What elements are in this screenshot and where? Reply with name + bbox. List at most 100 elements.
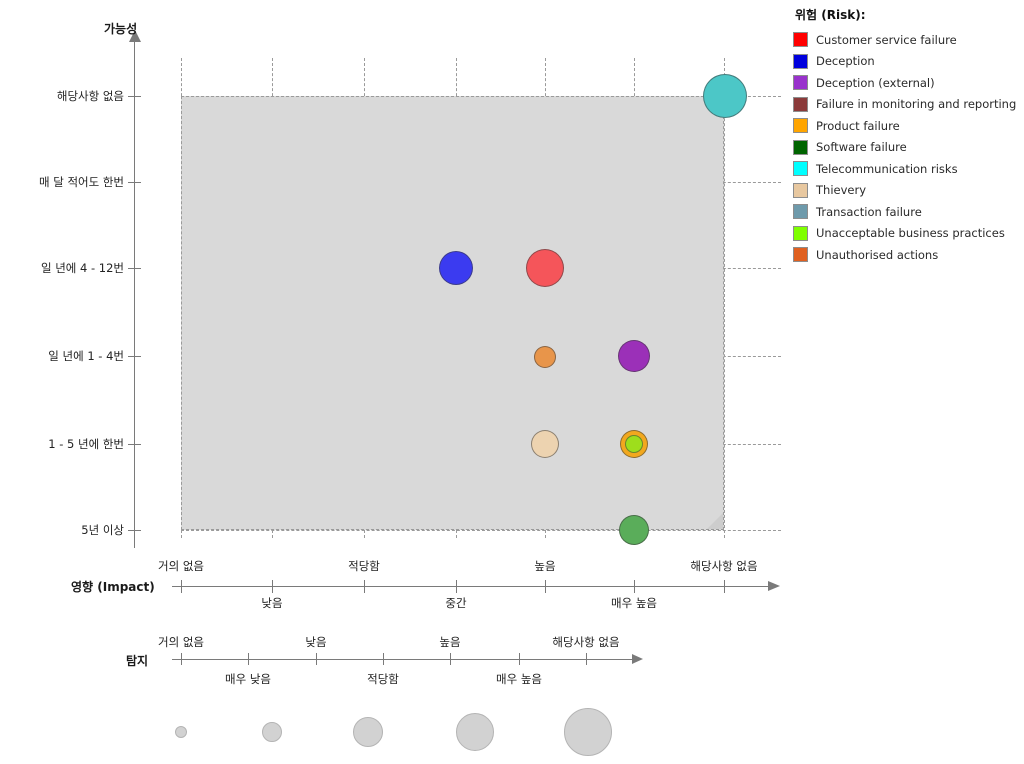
- x-axis-tick-label: 중간: [445, 596, 467, 610]
- detection-axis-tick-label: 높음: [439, 635, 461, 649]
- x-axis-tick: [272, 580, 273, 593]
- detection-axis-tick-label: 낮음: [305, 635, 327, 649]
- risk-legend-label: Telecommunication risks: [816, 161, 958, 176]
- risk-legend-item[interactable]: Software failure: [793, 138, 1024, 157]
- risk-legend-item[interactable]: Unauthorised actions: [793, 245, 1024, 264]
- bubble-unacceptable-business-practices[interactable]: [625, 435, 643, 453]
- x-axis-tick: [456, 580, 457, 593]
- risk-legend-swatch: [793, 32, 808, 47]
- risk-legend-label: Transaction failure: [816, 204, 922, 219]
- y-axis-tick: [128, 530, 141, 531]
- gridline-vertical: [724, 58, 725, 538]
- detection-axis-tick-label: 매우 높음: [496, 672, 542, 686]
- risk-legend-item[interactable]: Failure in monitoring and reporting: [793, 95, 1024, 114]
- detection-axis-title: 탐지: [126, 654, 149, 668]
- detection-axis-arrow-icon: [632, 654, 643, 664]
- x-axis-line: [172, 586, 772, 587]
- bubble-unauthorised-actions[interactable]: [534, 346, 556, 368]
- risk-legend-item[interactable]: Telecommunication risks: [793, 159, 1024, 178]
- y-axis-tick: [128, 444, 141, 445]
- x-axis-tick-label: 적당함: [348, 559, 380, 573]
- y-axis-tick: [128, 96, 141, 97]
- y-axis-line: [134, 40, 135, 548]
- x-axis-tick-label: 매우 높음: [611, 596, 657, 610]
- risk-legend-label: Unacceptable business practices: [816, 226, 1005, 240]
- x-axis-title: 영향 (Impact): [71, 580, 155, 594]
- detection-axis-tick-label: 적당함: [367, 672, 399, 686]
- risk-legend-label: Software failure: [816, 140, 907, 154]
- y-axis-tick: [128, 356, 141, 357]
- risk-legend-swatch: [793, 182, 808, 198]
- x-axis-tick: [724, 580, 725, 593]
- detection-axis-tick: [450, 653, 451, 665]
- x-axis-tick-label: 거의 없음: [158, 559, 204, 573]
- risk-bubble-chart: 가능성 해당사항 없음 매 달 적어도 한번 일 년에 4 - 12번 일 년에 1 …: [0, 0, 1024, 764]
- risk-legend-label: Unauthorised actions: [816, 247, 939, 262]
- y-axis-tick-label: 해당사항 없음: [56, 89, 124, 103]
- risk-legend-swatch: [793, 161, 808, 176]
- size-legend-bubble: [262, 722, 282, 742]
- risk-legend-label: Customer service failure: [816, 32, 957, 47]
- risk-legend-items: Customer service failure Deception Decepti…: [793, 30, 1024, 264]
- risk-legend-label: Thievery: [816, 183, 866, 197]
- risk-legend-swatch: [793, 96, 808, 112]
- risk-legend-item[interactable]: Product failure: [793, 116, 1024, 135]
- x-axis-tick: [545, 580, 546, 593]
- detection-axis-tick: [316, 653, 317, 665]
- x-axis-tick: [634, 580, 635, 593]
- detection-axis-tick-label: 매우 낮음: [225, 672, 271, 686]
- risk-legend-swatch: [793, 139, 808, 155]
- bubble-customer-service-failure[interactable]: [526, 249, 564, 287]
- y-axis-tick: [128, 268, 141, 269]
- risk-legend-swatch: [793, 225, 808, 241]
- plot-area: [181, 96, 724, 530]
- detection-axis-tick: [383, 653, 384, 665]
- risk-legend-swatch: [793, 118, 808, 133]
- x-axis-tick-label: 해당사항 없음: [690, 559, 758, 573]
- risk-legend-title: 위험 (Risk):: [795, 8, 866, 22]
- x-axis-arrow-icon: [768, 581, 780, 591]
- size-legend-bubble: [353, 717, 383, 747]
- risk-legend-label: Failure in monitoring and reporting: [816, 97, 1017, 111]
- size-legend-bubble: [175, 726, 187, 738]
- risk-legend-item[interactable]: Transaction failure: [793, 202, 1024, 221]
- detection-axis-tick: [519, 653, 520, 665]
- bubble-deception-external[interactable]: [618, 340, 650, 372]
- bubble-software-failure[interactable]: [619, 515, 649, 545]
- size-legend-bubble: [564, 708, 612, 756]
- y-axis-tick-label: 5년 이상: [81, 523, 124, 537]
- risk-legend: 위험 (Risk): Customer service failure Decep…: [793, 6, 1024, 267]
- gridline-horizontal: [181, 530, 781, 531]
- risk-legend-label: Deception (external): [816, 75, 935, 90]
- bubble-deception[interactable]: [439, 251, 473, 285]
- x-axis-tick: [181, 580, 182, 593]
- y-axis-tick-label: 일 년에 4 - 12번: [40, 261, 124, 275]
- detection-axis-tick-label: 거의 없음: [158, 635, 204, 649]
- detection-axis-tick-label: 해당사항 없음: [552, 635, 620, 649]
- risk-legend-swatch: [793, 204, 808, 219]
- detection-axis-line: [172, 659, 637, 660]
- plot-corner-marker: [707, 513, 723, 529]
- y-axis-tick: [128, 182, 141, 183]
- risk-legend-label: Product failure: [816, 118, 900, 133]
- x-axis-tick: [364, 580, 365, 593]
- detection-axis-tick: [181, 653, 182, 665]
- bubble-thievery[interactable]: [531, 430, 559, 458]
- bubble-transaction-failure[interactable]: [703, 74, 747, 118]
- risk-legend-item[interactable]: Deception (external): [793, 73, 1024, 92]
- y-axis-tick-label: 1 - 5 년에 한번: [48, 437, 124, 451]
- size-legend-bubble: [456, 713, 494, 751]
- detection-axis-tick: [248, 653, 249, 665]
- risk-legend-swatch: [793, 247, 808, 262]
- x-axis-tick-label: 높음: [534, 559, 556, 573]
- x-axis-tick-label: 낮음: [261, 596, 283, 610]
- risk-legend-item[interactable]: Deception: [793, 52, 1024, 71]
- y-axis-title: 가능성: [104, 22, 138, 36]
- y-axis-tick-label: 매 달 적어도 한번: [38, 175, 124, 189]
- y-axis-tick-label: 일 년에 1 - 4번: [48, 349, 124, 363]
- risk-legend-item[interactable]: Thievery: [793, 181, 1024, 200]
- detection-axis-tick: [586, 653, 587, 665]
- risk-legend-item[interactable]: Customer service failure: [793, 30, 1024, 49]
- risk-legend-swatch: [793, 53, 808, 69]
- risk-legend-item[interactable]: Unacceptable business practices: [793, 224, 1024, 243]
